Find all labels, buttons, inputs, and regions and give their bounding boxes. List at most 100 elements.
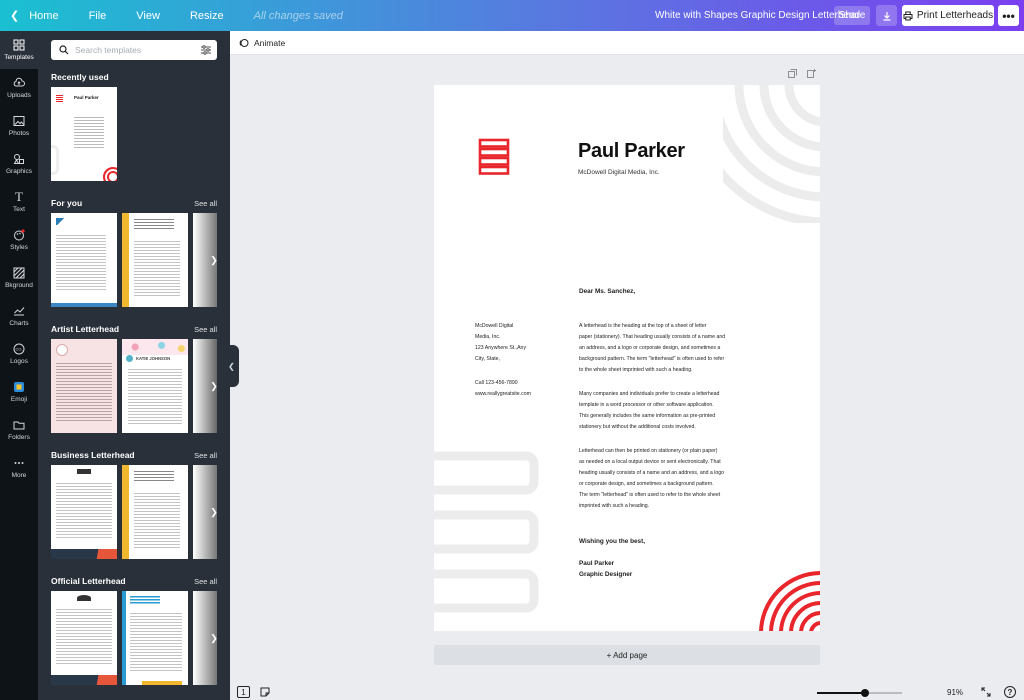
see-all-artist[interactable]: See all — [194, 325, 217, 334]
body-paragraph-1: A letterhead is the heading at the top o… — [579, 321, 725, 376]
rail-item-logos[interactable]: CO. Logos — [0, 335, 38, 373]
rail-label: Photos — [8, 130, 30, 137]
rail-item-text[interactable]: T Text — [0, 183, 38, 221]
search-icon — [59, 45, 69, 55]
address-line: City, State, — [475, 356, 500, 362]
styles-icon — [14, 229, 25, 241]
text-line: imprinted with such a heading. — [579, 503, 650, 509]
rail-item-photos[interactable]: Photos — [0, 107, 38, 145]
letterhead-page[interactable]: Paul Parker McDowell Digital Media, Inc.… — [434, 85, 820, 631]
more-options-button[interactable]: ••• — [998, 5, 1019, 26]
rail-label: Folders — [8, 434, 30, 441]
thumb-text-lines — [128, 369, 182, 424]
help-icon[interactable]: ? — [1004, 686, 1016, 698]
chevron-right-icon[interactable]: ❯ — [208, 632, 220, 644]
animate-icon[interactable] — [239, 38, 249, 48]
thumb-text-lines — [134, 493, 180, 548]
rail-item-charts[interactable]: Charts — [0, 297, 38, 335]
print-letterheads-button[interactable]: Print Letterheads — [902, 5, 994, 26]
address-line: Media, Inc. — [475, 334, 501, 340]
text-line: The term "letterhead" is often used to r… — [579, 492, 721, 498]
filter-icon[interactable] — [201, 45, 211, 55]
rail-item-more[interactable]: More — [0, 449, 38, 487]
thumb-title: Paul Parker — [74, 95, 99, 100]
closing: Wishing you the best, — [579, 538, 645, 545]
template-thumb[interactable] — [122, 465, 188, 559]
fullscreen-icon[interactable] — [979, 686, 992, 698]
see-all-business[interactable]: See all — [194, 451, 217, 460]
rail-item-styles[interactable]: Styles — [0, 221, 38, 259]
see-all-for-you[interactable]: See all — [194, 199, 217, 208]
duplicate-page-icon[interactable] — [788, 69, 797, 80]
rail-label: Logos — [10, 358, 28, 365]
text-line: Many companies and individuals prefer to… — [579, 391, 720, 397]
template-thumb[interactable] — [51, 465, 117, 559]
rail-item-templates[interactable]: Templates — [0, 31, 38, 69]
text-line: A letterhead is the heading at the top o… — [579, 323, 707, 329]
more-icon — [14, 462, 24, 464]
signature-name: Paul Parker — [579, 560, 615, 567]
view-menu[interactable]: View — [136, 10, 160, 22]
search-box[interactable] — [51, 40, 217, 60]
upload-icon — [13, 77, 25, 87]
text-line: background pattern. The term "letterhead… — [579, 356, 725, 362]
file-menu[interactable]: File — [89, 10, 107, 22]
chevron-right-icon[interactable]: ❯ — [208, 380, 220, 392]
section-title-for-you: For you — [51, 198, 83, 208]
rail-item-emoji[interactable]: Emoji — [0, 373, 38, 411]
template-thumb[interactable]: KATIE JOHNSON — [122, 339, 188, 433]
template-thumb-recent[interactable]: Paul Parker — [51, 87, 117, 181]
text-line: or corporate design, and sometimes a bac… — [579, 481, 714, 487]
rail-label: More — [11, 472, 27, 479]
thumb-title: KATIE JOHNSON — [136, 356, 171, 361]
template-thumb[interactable] — [51, 591, 117, 685]
collapse-panel-button[interactable]: ❮ — [224, 345, 239, 387]
page-number-button[interactable]: 1 — [237, 686, 250, 698]
svg-text:CO.: CO. — [15, 347, 22, 352]
thumb-logo — [77, 595, 91, 601]
address-line: 123 Anywhere St.,Any — [475, 345, 527, 351]
charts-icon — [14, 307, 25, 316]
template-thumb[interactable] — [51, 339, 117, 433]
thumb-header — [130, 596, 160, 604]
chevron-right-icon[interactable]: ❯ — [208, 506, 220, 518]
document-title[interactable]: White with Shapes Graphic Design Letterh… — [655, 10, 860, 21]
see-all-official[interactable]: See all — [194, 577, 217, 586]
template-thumb[interactable] — [122, 591, 188, 685]
search-input[interactable] — [75, 45, 193, 55]
animate-button[interactable]: Animate — [254, 38, 285, 48]
rail-item-background[interactable]: Bkground — [0, 259, 38, 297]
notes-icon[interactable] — [258, 686, 271, 698]
zoom-slider-handle[interactable] — [861, 689, 869, 697]
template-thumb[interactable] — [51, 213, 117, 307]
thumb-sidebar — [122, 465, 129, 559]
add-page-button[interactable]: + Add page — [434, 645, 820, 665]
thumb-logo — [56, 344, 68, 356]
text-line: heading usually consists of a name and a… — [579, 470, 725, 476]
add-page-icon[interactable] — [807, 69, 816, 80]
template-thumb[interactable] — [122, 213, 188, 307]
rail-item-folders[interactable]: Folders — [0, 411, 38, 449]
sender-phone: Call 123-456-7890 — [475, 380, 518, 386]
rail-item-uploads[interactable]: Uploads — [0, 69, 38, 107]
thumb-text-lines — [74, 117, 104, 149]
folder-icon — [13, 421, 25, 430]
rail-item-graphics[interactable]: Graphics — [0, 145, 38, 183]
thumb-sidebar — [122, 591, 126, 685]
chevron-right-icon[interactable]: ❯ — [208, 254, 220, 266]
templates-panel: Recently used Paul Parker For you See al… — [38, 31, 230, 700]
text-icon: T — [15, 189, 23, 204]
text-line: an address, and a logo or corporate desi… — [579, 345, 721, 351]
text-line: paper (stationery). That heading usually… — [579, 334, 726, 340]
share-button[interactable]: Share — [834, 6, 870, 25]
resize-menu[interactable]: Resize — [190, 10, 224, 22]
print-label: Print Letterheads — [916, 10, 994, 21]
background-icon — [13, 267, 25, 279]
body-paragraph-2: Many companies and individuals prefer to… — [579, 389, 719, 433]
download-button[interactable] — [876, 5, 897, 26]
zoom-level[interactable]: 91% — [947, 688, 963, 697]
home-button[interactable]: ❮ Home — [10, 9, 59, 23]
rail-label: Charts — [9, 320, 29, 327]
thumb-footer — [51, 549, 117, 559]
rail-label: Emoji — [10, 396, 28, 403]
